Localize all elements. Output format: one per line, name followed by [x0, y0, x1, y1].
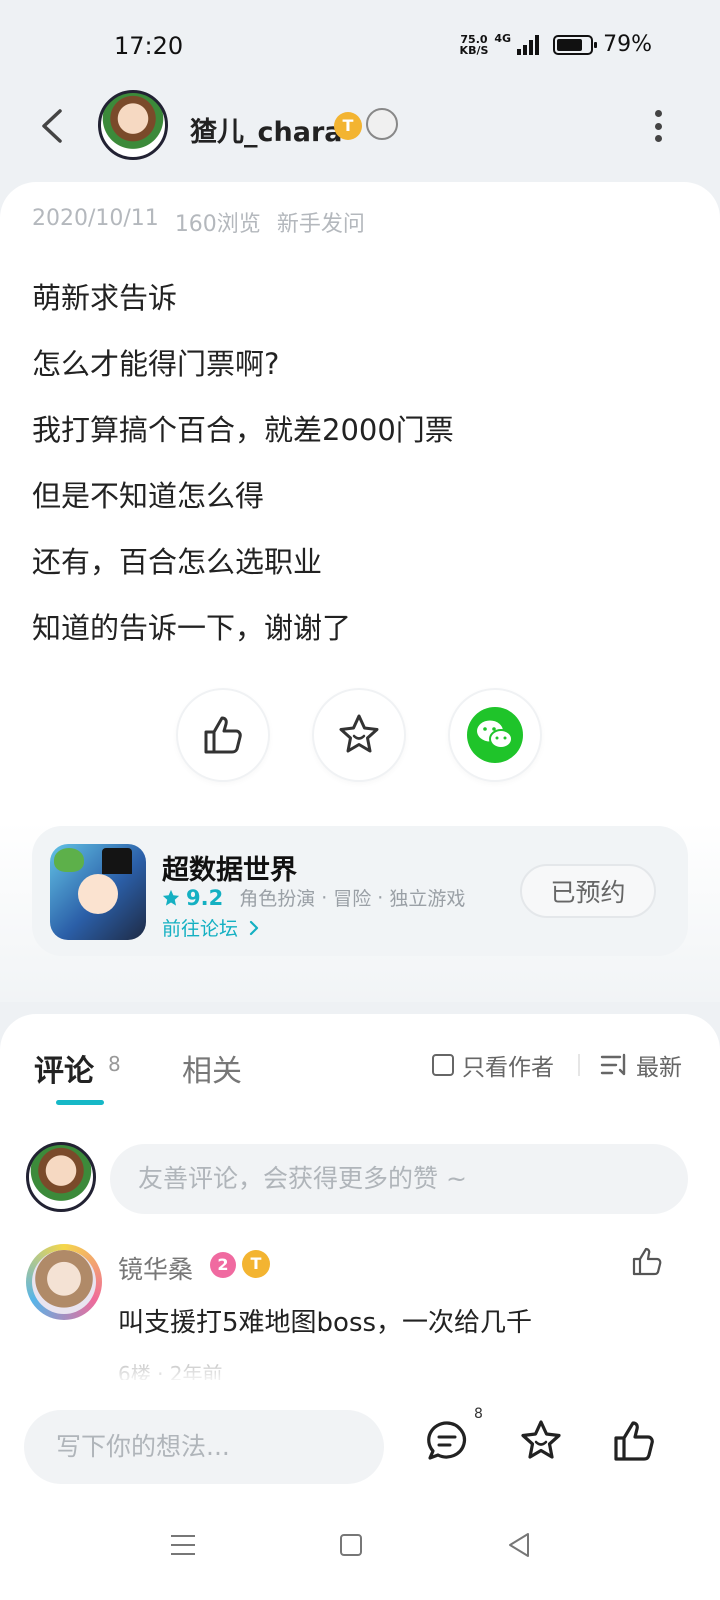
status-icons: 75.0 KB/S 4G 79% [460, 32, 652, 57]
game-tag: 角色扮演 [239, 888, 316, 910]
comment-text: 叫支援打5难地图boss，一次给几千 [118, 1308, 533, 1338]
tab-related[interactable]: 相关 [182, 1046, 242, 1090]
reserve-button[interactable]: 已预约 [520, 864, 656, 918]
game-meta: 9.2 角色扮演 · 冒险 · 独立游戏 [162, 884, 465, 911]
tag-separator: · [321, 886, 328, 909]
game-title[interactable]: 超数据世界 [162, 848, 297, 887]
comments-section: 评论 8 相关 只看作者 最新 友善评论，会获得更多的赞 ~ 镜华桑 2 T 叫… [0, 1014, 720, 1380]
author-name[interactable]: 猹儿_chara [190, 110, 342, 149]
post-line: 还有，百合怎么选职业 [32, 545, 323, 579]
game-tag: 独立游戏 [389, 888, 466, 910]
battery-icon [553, 34, 598, 55]
favorite-button[interactable] [312, 688, 406, 782]
status-time: 17:20 [114, 32, 184, 60]
tag-separator: · [377, 886, 384, 909]
home-icon[interactable] [336, 1530, 366, 1560]
commenter-name[interactable]: 镜华桑 [118, 1250, 193, 1286]
author-only-checkbox[interactable] [432, 1054, 454, 1076]
battery-fill [557, 38, 583, 51]
author-only-label: 只看作者 [462, 1055, 554, 1081]
sort-label: 最新 [636, 1055, 682, 1081]
wechat-icon [467, 707, 523, 763]
speed-value: 75.0 [460, 32, 488, 46]
author-avatar[interactable] [98, 90, 168, 160]
divider [578, 1054, 580, 1076]
post-line: 但是不知道怎么得 [32, 479, 265, 513]
sort-icon [600, 1053, 626, 1076]
post-date: 2020/10/11 [32, 206, 159, 231]
rating-star-icon [162, 889, 180, 906]
comment-count-badge: 8 [474, 1406, 483, 1422]
star-icon [339, 714, 379, 753]
speed-unit: KB/S [459, 43, 489, 57]
more-options-icon[interactable] [652, 110, 664, 142]
tab-comments[interactable]: 评论 [34, 1046, 94, 1090]
back-nav-icon[interactable] [504, 1530, 534, 1560]
game-rating: 9.2 [186, 885, 224, 910]
status-bar: 17:20 75.0 KB/S 4G 79% [0, 0, 720, 90]
forum-link[interactable]: 前往论坛 [162, 914, 260, 941]
thought-input[interactable]: 写下你的想法... [24, 1410, 384, 1484]
network-type: 4G [494, 32, 512, 45]
comment-meta: 6楼 · 2年前 [118, 1362, 223, 1380]
post-header: 猹儿_chara T [0, 90, 720, 180]
commenter-avatar[interactable] [26, 1244, 102, 1320]
back-icon[interactable] [38, 108, 68, 144]
tap-badge-icon: T [334, 112, 362, 140]
game-icon[interactable] [50, 844, 146, 940]
tap-badge-icon: T [242, 1250, 270, 1278]
post-views: 160浏览 [174, 212, 261, 237]
like-button[interactable] [176, 688, 270, 782]
comment-like-icon[interactable] [630, 1244, 664, 1278]
post-line: 我打算搞个百合，就差2000门票 [32, 413, 454, 447]
comment-icon[interactable] [424, 1418, 470, 1464]
chevron-right-icon [249, 920, 259, 936]
post-category[interactable]: 新手发问 [277, 206, 365, 238]
game-card[interactable]: 超数据世界 9.2 角色扮演 · 冒险 · 独立游戏 前往论坛 已预约 [32, 826, 688, 956]
game-tag: 冒险 [333, 888, 372, 910]
network-speed: 75.0 KB/S [460, 34, 489, 56]
like-icon[interactable] [612, 1418, 658, 1464]
active-tab-indicator [56, 1100, 104, 1105]
pet-badge-icon [366, 108, 398, 140]
wechat-share-button[interactable] [448, 688, 542, 782]
forum-link-label: 前往论坛 [162, 918, 239, 940]
post-content: 萌新求告诉 怎么才能得门票啊? 我打算搞个百合，就差2000门票 但是不知道怎么… [32, 278, 454, 674]
level-badge: 2 [210, 1252, 236, 1278]
post-meta: 2020/10/11 160浏览 新手发问 [32, 206, 365, 238]
system-nav-bar [0, 1498, 720, 1600]
comment-count: 8 [108, 1052, 121, 1076]
post-line: 萌新求告诉 [32, 281, 178, 315]
battery-percent: 79% [603, 32, 652, 57]
thumbs-up-icon [204, 716, 242, 754]
favorite-icon[interactable] [518, 1418, 564, 1464]
menu-icon[interactable] [168, 1530, 198, 1560]
sort-toggle[interactable]: 最新 [600, 1048, 682, 1082]
post-line: 知道的告诉一下，谢谢了 [32, 611, 352, 645]
post-card: 2020/10/11 160浏览 新手发问 萌新求告诉 怎么才能得门票啊? 我打… [0, 182, 720, 1002]
comment-input[interactable]: 友善评论，会获得更多的赞 ~ [110, 1144, 688, 1214]
my-avatar [26, 1142, 96, 1212]
signal-icon [517, 34, 540, 55]
author-only-toggle[interactable]: 只看作者 [432, 1048, 554, 1082]
bottom-action-bar: 写下你的想法... 8 [0, 1380, 720, 1498]
post-line: 怎么才能得门票啊? [32, 347, 280, 381]
post-actions [176, 688, 542, 782]
